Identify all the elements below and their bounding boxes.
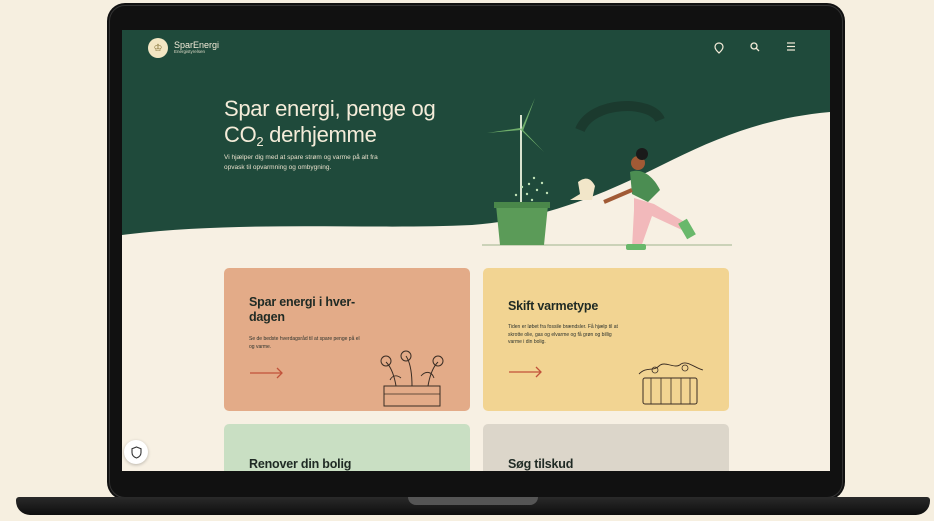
radiator-illustration (638, 362, 704, 405)
card-description: Se de bedste hverdagsråd til at spare pe… (249, 336, 360, 350)
brand-logo-link[interactable]: ♔ SparEnergi Energistyrelsen (148, 38, 219, 58)
title-line-1: Spar energi, penge og (224, 96, 436, 121)
card-save-energy[interactable]: Spar energi i hver-dagen Se de bedste hv… (224, 268, 470, 411)
page-title: Spar energi, penge og CO2 derhjemme (224, 96, 436, 155)
browser-screen: ♔ SparEnergi Energistyrelsen Spar energi… (122, 30, 830, 471)
card-title: Renover din bolig (249, 457, 352, 471)
card-change-heating[interactable]: Skift varmetype Tiden er løbet fra fossi… (483, 268, 729, 411)
brand-subtitle: Energistyrelsen (174, 49, 206, 55)
card-title: Spar energi i hver-dagen (249, 295, 355, 324)
hero-description: Vi hjælper dig med at spare strøm og var… (224, 154, 378, 171)
card-title: Søg tilskud (508, 457, 574, 471)
crown-icon: ♔ (148, 38, 168, 58)
location-icon[interactable] (713, 42, 725, 54)
top-nav (713, 42, 797, 54)
hero-illustration (482, 98, 732, 250)
title-line-2: CO2 derhjemme (224, 122, 435, 155)
flower-box-illustration (380, 350, 444, 407)
title-rest: derhjemme (263, 122, 377, 147)
arrow-right-icon[interactable] (249, 367, 285, 379)
menu-icon[interactable] (785, 42, 797, 54)
card-apply-grants[interactable]: Søg tilskud (483, 424, 729, 471)
title-co: CO (224, 122, 257, 147)
shield-icon (130, 445, 142, 459)
card-description: Tiden er løbet fra fossile brændsler. Få… (508, 324, 618, 345)
card-renovate-home[interactable]: Renover din bolig (224, 424, 470, 471)
laptop-notch (408, 497, 538, 505)
cookie-consent-button[interactable] (124, 440, 148, 464)
card-title: Skift varmetype (508, 299, 599, 313)
search-icon[interactable] (749, 42, 761, 54)
arrow-right-icon[interactable] (508, 366, 544, 378)
